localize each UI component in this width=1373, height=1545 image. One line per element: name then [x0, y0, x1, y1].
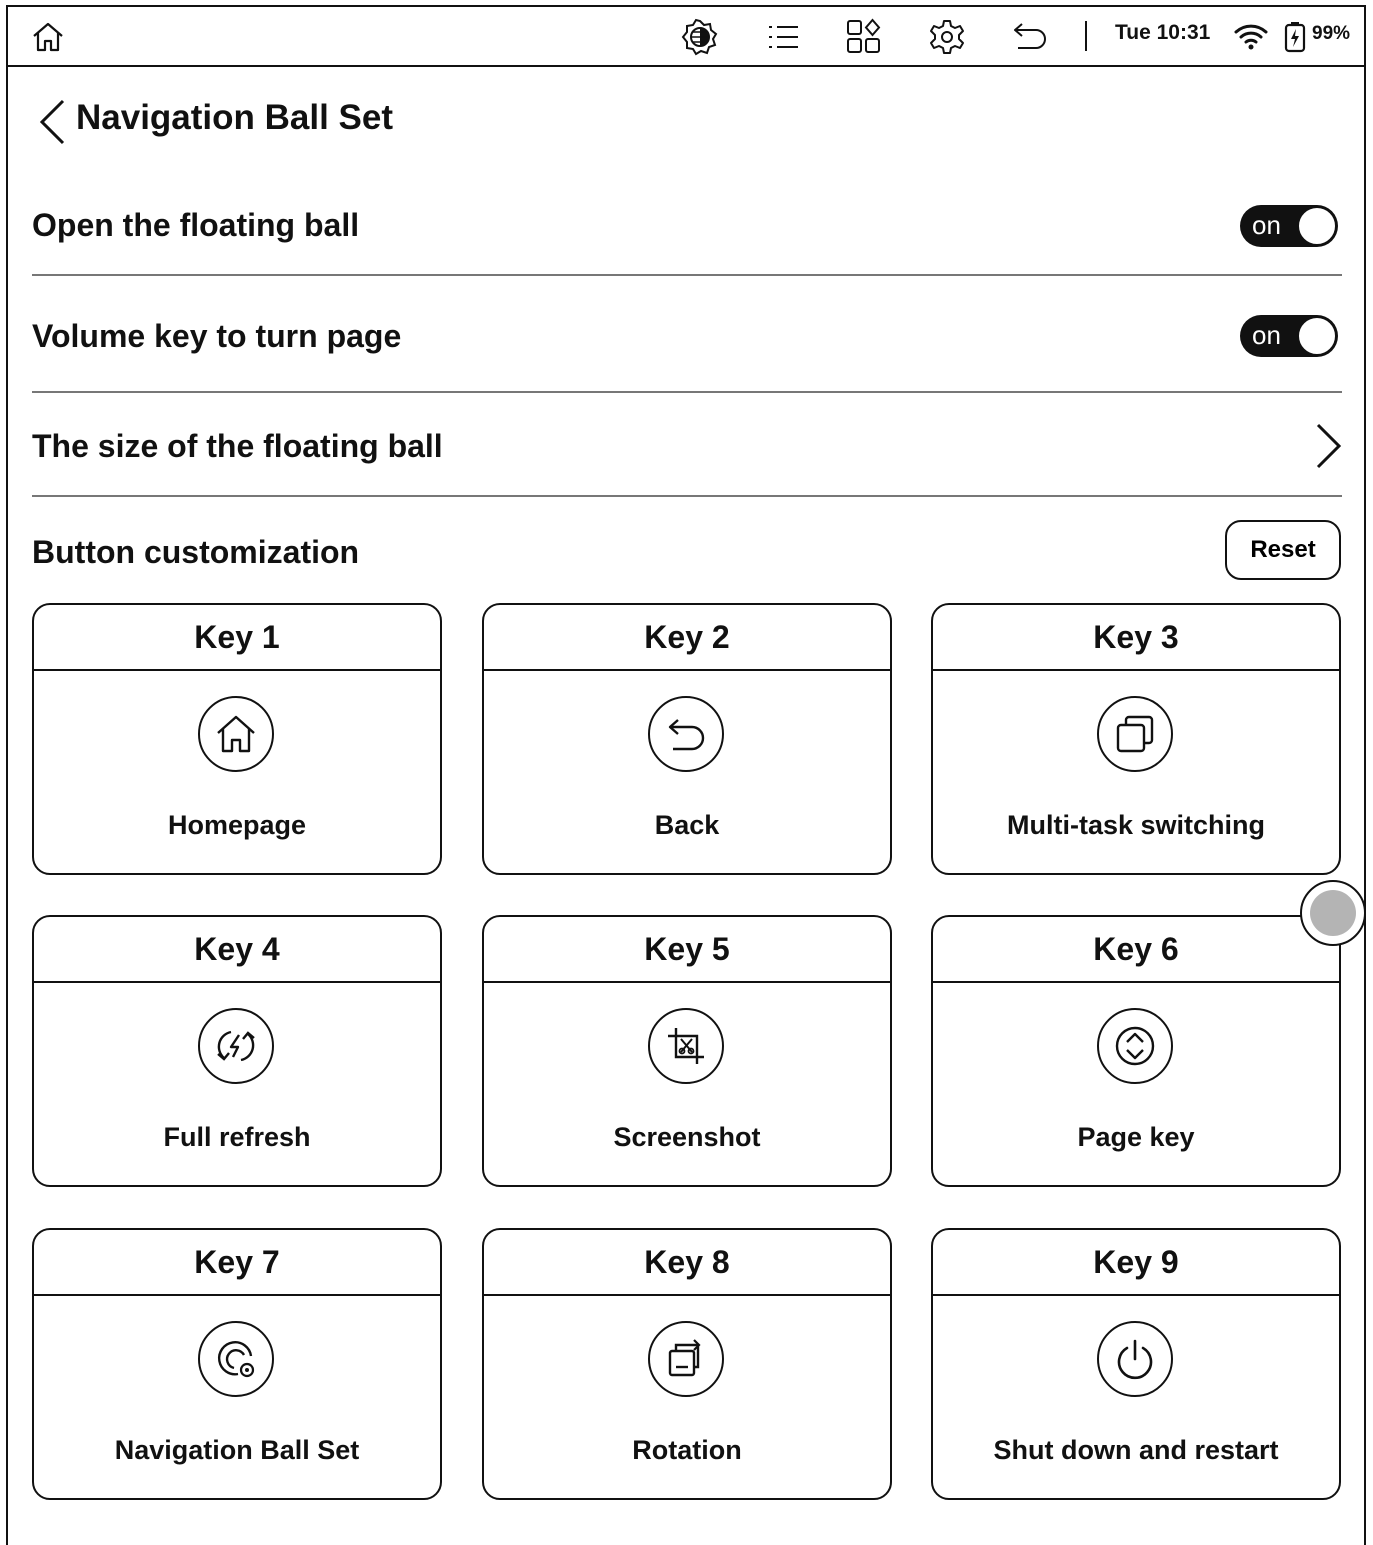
key-card-2[interactable]: Key 2 Back	[482, 603, 892, 875]
button-customization-title: Button customization	[32, 534, 360, 570]
floating-ball-core	[1310, 890, 1356, 936]
reset-button[interactable]: Reset	[1225, 520, 1341, 580]
clock-text: Tue 10:31	[1115, 21, 1211, 44]
page-title: Navigation Ball Set	[76, 98, 394, 137]
key-title: Key 5	[484, 917, 890, 983]
key-action-label: Shut down and restart	[993, 1435, 1279, 1465]
key-title: Key 8	[484, 1230, 890, 1296]
multitask-icon	[1097, 696, 1173, 772]
key-action-label: Screenshot	[613, 1122, 761, 1152]
key-title: Key 4	[34, 917, 440, 983]
key-title: Key 6	[933, 917, 1339, 983]
refresh-icon	[198, 1008, 274, 1084]
toggle-state-label: on	[1252, 320, 1281, 350]
page-key-icon	[1097, 1008, 1173, 1084]
home-icon	[198, 696, 274, 772]
key-action-label: Page key	[1077, 1122, 1195, 1152]
key-action-label: Multi-task switching	[1006, 810, 1266, 840]
ball-size-label[interactable]: The size of the floating ball	[32, 428, 443, 465]
key-action-label: Homepage	[167, 810, 307, 840]
key-card-8[interactable]: Key 8 Rotation	[482, 1228, 892, 1500]
floating-ball-toggle[interactable]: on	[1240, 205, 1338, 247]
toggle-knob	[1297, 316, 1337, 356]
back-arrow-icon	[648, 696, 724, 772]
apps-icon[interactable]	[844, 17, 884, 57]
divider	[32, 495, 1342, 497]
key-card-3[interactable]: Key 3 Multi-task switching	[931, 603, 1341, 875]
undo-icon[interactable]	[1010, 17, 1050, 57]
volume-key-label: Volume key to turn page	[32, 318, 402, 354]
contrast-icon[interactable]	[680, 17, 720, 57]
key-action-label: Rotation	[632, 1435, 742, 1465]
toggle-state-label: on	[1252, 210, 1281, 240]
floating-navigation-ball[interactable]	[1300, 880, 1366, 946]
key-title: Key 9	[933, 1230, 1339, 1296]
screenshot-icon	[648, 1008, 724, 1084]
key-title: Key 2	[484, 605, 890, 671]
wifi-icon	[1231, 17, 1271, 57]
status-separator	[1085, 21, 1087, 51]
key-title: Key 1	[34, 605, 440, 671]
rotation-icon	[648, 1321, 724, 1397]
settings-icon[interactable]	[927, 17, 967, 57]
battery-charging-icon	[1278, 17, 1312, 57]
home-icon[interactable]	[28, 17, 68, 57]
key-title: Key 7	[34, 1230, 440, 1296]
status-bar: Tue 10:31 99%	[8, 7, 1364, 67]
key-action-label: Navigation Ball Set	[114, 1435, 360, 1465]
key-action-label: Full refresh	[163, 1122, 311, 1152]
divider	[32, 391, 1342, 393]
divider	[32, 274, 1342, 276]
key-card-6[interactable]: Key 6 Page key	[931, 915, 1341, 1187]
key-title: Key 3	[933, 605, 1339, 671]
power-icon	[1097, 1321, 1173, 1397]
list-icon[interactable]	[763, 17, 803, 57]
key-card-7[interactable]: Key 7 Navigation Ball Set	[32, 1228, 442, 1500]
chevron-right-icon[interactable]	[1308, 420, 1348, 472]
key-card-4[interactable]: Key 4 Full refresh	[32, 915, 442, 1187]
key-card-5[interactable]: Key 5 Screenshot	[482, 915, 892, 1187]
navigation-ball-icon	[198, 1321, 274, 1397]
battery-percent: 99%	[1312, 23, 1351, 44]
toggle-knob	[1297, 206, 1337, 246]
key-card-1[interactable]: Key 1 Homepage	[32, 603, 442, 875]
floating-ball-label: Open the floating ball	[32, 207, 360, 243]
volume-key-toggle[interactable]: on	[1240, 315, 1338, 357]
chevron-left-icon	[39, 99, 65, 145]
key-action-label: Back	[654, 810, 720, 840]
key-card-9[interactable]: Key 9 Shut down and restart	[931, 1228, 1341, 1500]
back-button[interactable]	[32, 94, 72, 150]
